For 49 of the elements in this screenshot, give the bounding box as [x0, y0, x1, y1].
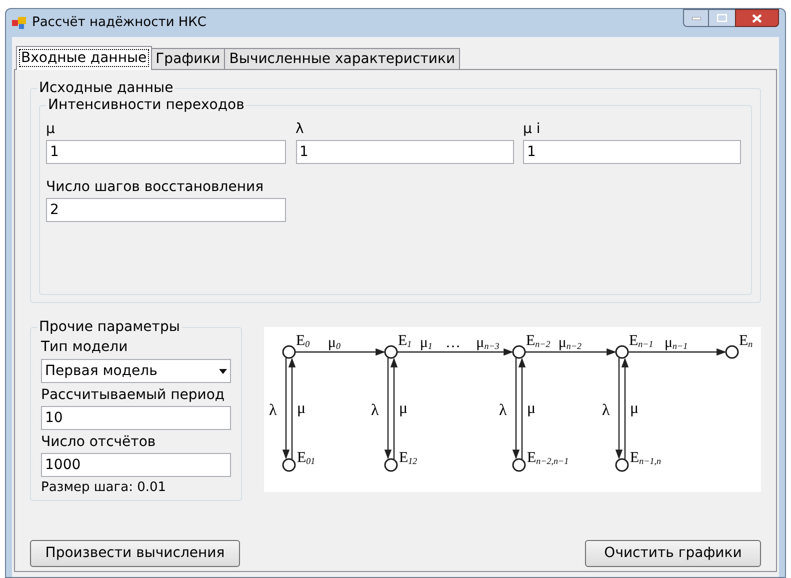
tab[interactable]: Входные данные [16, 46, 152, 70]
model-dropdown[interactable]: Первая модель [41, 359, 231, 383]
window-title: Рассчёт надёжности НКС [32, 14, 206, 32]
clear-charts-button[interactable]: Очистить графики [585, 540, 761, 567]
input-field[interactable]: 1 [523, 140, 741, 164]
field-label: Рассчитываемый период [41, 386, 226, 404]
repair-rate-label: μ [297, 401, 306, 417]
dropdown-caret-icon [219, 368, 227, 374]
field-label: Число отсчётов [41, 433, 157, 451]
state-label: E$_{n−1,n}$ [630, 451, 661, 466]
repair-rate-label: μ [630, 401, 639, 417]
close-button[interactable] [735, 9, 779, 27]
input-field[interactable]: 1 [296, 140, 514, 164]
state-label: E$_{n−2}$ [526, 334, 550, 349]
app-icon [12, 17, 26, 29]
state-label: E$_{01}$ [297, 451, 316, 466]
maximize-icon [717, 14, 727, 22]
failure-rate-label: λ [602, 403, 610, 419]
group-title: Интенсивности переходов [46, 96, 246, 114]
minimize-icon [692, 16, 700, 20]
state-label: E$_{1}$ [398, 334, 412, 349]
group-title: Прочие параметры [37, 318, 182, 336]
field-label: λ [296, 120, 305, 138]
close-icon [752, 14, 762, 22]
state-label: E$_{n−1}$ [629, 334, 654, 349]
state-label: E$_{12}$ [399, 451, 418, 466]
tab[interactable]: Графики [150, 48, 226, 69]
field-label: Число шагов восстановления [46, 178, 265, 196]
input-field[interactable]: 1 [46, 140, 286, 164]
calculate-button[interactable]: Произвести вычисления [30, 540, 240, 567]
state-label: E$_{n−2,n−1}$ [527, 451, 569, 466]
input-field[interactable]: 10 [41, 406, 231, 430]
failure-rate-label: λ [269, 403, 277, 419]
minimize-button[interactable] [683, 9, 709, 27]
state-label: E$_{n}$ [739, 334, 753, 349]
failure-rate-label: λ [499, 403, 507, 419]
field-label: μ [46, 120, 56, 138]
field-label: μ i [523, 120, 542, 138]
state-label: E$_{0}$ [296, 334, 310, 349]
field-label: Тип модели [41, 338, 129, 356]
step-size-text: Размер шага: 0.01 [41, 480, 168, 496]
maximize-button[interactable] [709, 9, 735, 27]
tab[interactable]: Вычисленные характеристики [224, 48, 460, 69]
repair-rate-label: μ [527, 401, 536, 417]
group-title: Исходные данные [37, 79, 176, 97]
input-field[interactable]: 2 [46, 198, 286, 222]
failure-rate-label: λ [371, 403, 379, 419]
repair-rate-label: μ [399, 401, 408, 417]
input-field[interactable]: 1000 [41, 453, 231, 477]
